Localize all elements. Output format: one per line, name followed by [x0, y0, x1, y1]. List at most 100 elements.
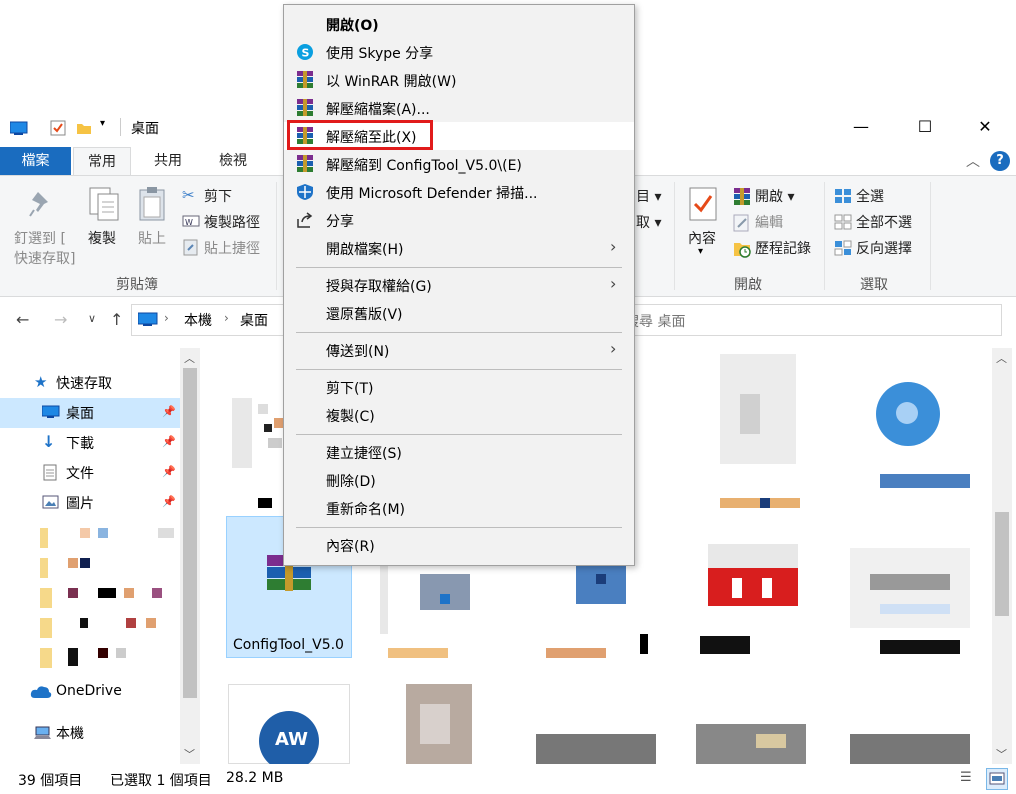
nav-item-desktop[interactable]: 桌面 📌 — [0, 398, 180, 428]
paste-shortcut-button[interactable]: 貼上捷徑 — [204, 238, 260, 258]
invert-selection-button[interactable]: 反向選擇 — [856, 238, 912, 258]
tab-view[interactable]: 檢視 — [205, 147, 261, 175]
selected-count: 已選取 1 個項目 — [110, 773, 212, 789]
pin-to-quick-access-button[interactable]: 釘選到 [ 快速存取] — [14, 228, 75, 268]
menu-item-defender-scan[interactable]: 使用 Microsoft Defender 掃描... — [284, 178, 634, 206]
tab-share[interactable]: 共用 — [140, 147, 196, 175]
tab-home[interactable]: 常用 — [73, 147, 131, 175]
select-all-icon — [834, 188, 852, 208]
menu-item-delete[interactable]: 刪除(D) — [284, 466, 634, 494]
paste-button[interactable]: 貼上 — [138, 228, 166, 248]
file-item[interactable] — [700, 524, 810, 654]
scroll-up-icon[interactable]: ︿ — [996, 350, 1007, 366]
nav-item-pictures[interactable]: 圖片 📌 — [0, 488, 180, 518]
history-button[interactable]: 歷程記錄 — [755, 238, 811, 258]
file-item[interactable] — [546, 554, 656, 664]
nav-onedrive-label: OneDrive — [56, 683, 122, 699]
back-icon[interactable]: ← — [16, 310, 29, 329]
forward-icon[interactable]: → — [54, 310, 67, 329]
menu-item-label: 使用 Skype 分享 — [326, 46, 434, 62]
help-icon[interactable]: ? — [990, 151, 1010, 171]
file-item[interactable] — [536, 734, 656, 764]
menu-item-open[interactable]: 開啟(O) — [284, 10, 634, 38]
svg-text:W: W — [185, 218, 193, 227]
search-input[interactable]: 搜尋 桌面 — [580, 304, 1002, 336]
select-none-button[interactable]: 全部不選 — [856, 212, 912, 232]
menu-item-label: 使用 Microsoft Defender 掃描... — [326, 186, 538, 202]
menu-item-open-with-winrar[interactable]: 以 WinRAR 開啟(W) — [284, 66, 634, 94]
scroll-up-icon[interactable]: ︿ — [184, 350, 195, 366]
close-button[interactable]: ✕ — [962, 110, 1008, 144]
select-none-icon — [834, 214, 852, 234]
copy-path-button[interactable]: 複製路徑 — [204, 212, 260, 232]
maximize-button[interactable]: ☐ — [902, 110, 948, 144]
file-item[interactable]: AW — [228, 684, 350, 764]
star-icon: ★ — [34, 373, 48, 391]
file-item[interactable] — [380, 564, 490, 664]
nav-this-pc[interactable]: 本機 — [0, 718, 180, 748]
cut-button[interactable]: 剪下 — [204, 186, 232, 206]
select-all-button[interactable]: 全選 — [856, 186, 884, 206]
menu-item-label: 還原舊版(V) — [326, 307, 403, 323]
properties-quick-icon[interactable] — [50, 120, 66, 136]
file-item[interactable] — [406, 684, 476, 764]
this-pc-icon — [137, 312, 158, 332]
copy-to-button[interactable]: 取 ▾ — [636, 212, 661, 232]
menu-item-share[interactable]: 分享 — [284, 206, 634, 234]
nav-scroll-thumb[interactable] — [183, 368, 197, 698]
menu-item-properties[interactable]: 內容(R) — [284, 531, 634, 559]
menu-item-create-shortcut[interactable]: 建立捷徑(S) — [284, 438, 634, 466]
menu-item-extract-files[interactable]: 解壓縮檔案(A)... — [284, 94, 634, 122]
collapse-ribbon-icon[interactable]: ︿ — [966, 151, 980, 171]
invert-selection-icon — [834, 240, 852, 260]
details-view-icon[interactable]: ☰ — [960, 770, 972, 785]
edit-button[interactable]: 編輯 — [755, 212, 783, 232]
move-to-button[interactable]: 目 ▾ — [636, 186, 661, 206]
status-bar: 39 個項目 已選取 1 個項目 28.2 MB ☰ — [0, 764, 1016, 794]
nav-onedrive[interactable]: OneDrive — [0, 678, 180, 708]
tab-file[interactable]: 檔案 — [0, 147, 71, 175]
menu-item-open-with[interactable]: 開啟檔案(H) › — [284, 234, 634, 262]
open-button[interactable]: 開啟 ▾ — [755, 186, 794, 206]
properties-button[interactable]: 內容 — [688, 228, 716, 248]
menu-item-cut[interactable]: 剪下(T) — [284, 373, 634, 401]
nav-item-documents[interactable]: 文件 📌 — [0, 458, 180, 488]
scroll-down-icon[interactable]: ﹀ — [184, 746, 195, 762]
file-item[interactable] — [700, 354, 810, 514]
file-item[interactable] — [850, 734, 970, 764]
breadcrumb-desktop[interactable]: 桌面 — [240, 310, 268, 330]
address-path[interactable]: › 本機 › 桌面 — [131, 304, 301, 336]
menu-item-extract-to-folder[interactable]: 解壓縮到 ConfigTool_V5.0\(E) — [284, 150, 634, 178]
large-icons-view-icon[interactable] — [986, 768, 1008, 790]
file-item[interactable] — [696, 724, 806, 764]
new-folder-quick-icon[interactable] — [76, 120, 92, 136]
menu-item-label: 分享 — [326, 214, 354, 230]
file-item[interactable] — [850, 544, 970, 664]
menu-item-rename[interactable]: 重新命名(M) — [284, 494, 634, 522]
pin-icon — [28, 190, 56, 222]
menu-item-label: 解壓縮到 ConfigTool_V5.0\(E) — [326, 158, 522, 174]
menu-item-give-access[interactable]: 授與存取權給(G) › — [284, 271, 634, 299]
nav-quick-access[interactable]: ★ 快速存取 — [0, 368, 180, 398]
menu-item-restore-versions[interactable]: 還原舊版(V) — [284, 299, 634, 327]
copy-icon — [88, 186, 120, 226]
breadcrumb-this-pc[interactable]: 本機 — [184, 310, 212, 330]
recent-locations-icon[interactable]: ∨ — [88, 312, 96, 325]
properties-dropdown-icon[interactable]: ▾ — [698, 246, 703, 257]
content-scrollbar[interactable]: ︿ ﹀ — [992, 348, 1012, 764]
scroll-down-icon[interactable]: ﹀ — [996, 746, 1007, 762]
copy-button[interactable]: 複製 — [88, 228, 116, 248]
menu-item-skype-share[interactable]: S 使用 Skype 分享 — [284, 38, 634, 66]
minimize-button[interactable]: — — [838, 110, 884, 144]
menu-separator — [296, 369, 622, 370]
customize-quick-access-icon[interactable]: ▾ — [100, 118, 105, 129]
menu-separator — [296, 434, 622, 435]
nav-scrollbar[interactable]: ︿ ﹀ — [180, 348, 200, 764]
properties-icon — [688, 186, 718, 226]
content-scroll-thumb[interactable] — [995, 512, 1009, 616]
up-icon[interactable]: ↑ — [110, 310, 123, 329]
menu-item-send-to[interactable]: 傳送到(N) › — [284, 336, 634, 364]
file-item[interactable] — [850, 374, 970, 514]
menu-item-copy[interactable]: 複製(C) — [284, 401, 634, 429]
nav-item-downloads[interactable]: ↓ 下載 📌 — [0, 428, 180, 458]
